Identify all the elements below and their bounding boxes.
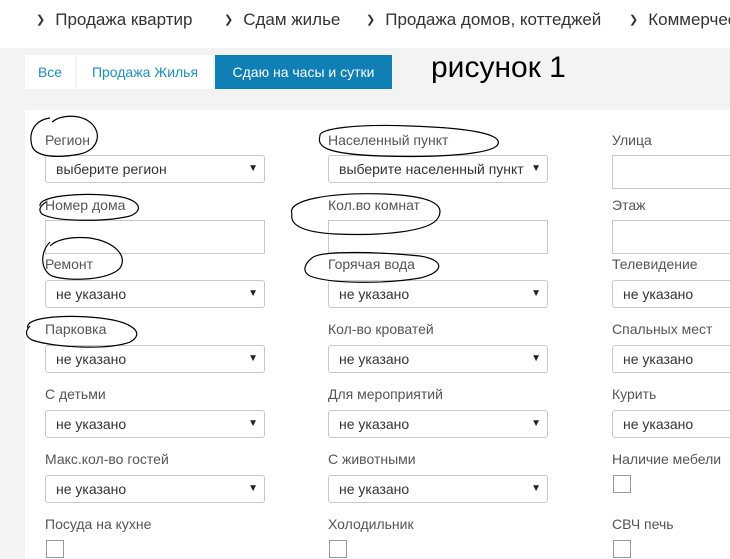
max-guests-select[interactable]: не указано ▼	[45, 475, 265, 503]
sleep-places-label: Спальных мест	[612, 321, 713, 337]
furniture-label: Наличие мебели	[612, 451, 722, 467]
dishes-checkbox[interactable]	[46, 540, 64, 558]
rooms-label: Кол.во комнат	[328, 197, 420, 213]
region-select-value: выберите регион	[56, 161, 167, 177]
fridge-checkbox[interactable]	[329, 540, 347, 558]
dishes-label: Посуда на кухне	[45, 516, 152, 532]
nav-item-label: Продажа домов, коттеджей	[385, 10, 602, 29]
beds-select[interactable]: не указано ▼	[328, 345, 548, 373]
chevron-down-icon: ❯	[629, 14, 639, 26]
repair-label: Ремонт	[45, 256, 94, 272]
handwritten-annotation-title: рисунок 1	[431, 51, 566, 84]
repair-select[interactable]: не указано ▼	[45, 280, 265, 308]
sleep-places-select-value: не указано	[623, 351, 694, 367]
fridge-label: Холодильник	[328, 516, 414, 532]
events-select-value: не указано	[339, 416, 410, 432]
house-number-label: Номер дома	[45, 197, 126, 213]
locality-label: Населенный пункт	[328, 132, 449, 148]
microwave-checkbox[interactable]	[613, 540, 631, 558]
events-label: Для мероприятий	[328, 386, 443, 402]
nav-item-sale-houses[interactable]: ❯ Продажа домов, коттеджей	[366, 10, 601, 30]
nav-item-commercial[interactable]: ❯ Коммерческая	[629, 10, 730, 30]
parking-select-value: не указано	[56, 351, 127, 367]
hot-water-select[interactable]: не указано ▼	[328, 280, 548, 308]
max-guests-select-value: не указано	[56, 481, 127, 497]
beds-select-value: не указано	[339, 351, 410, 367]
street-label: Улица	[612, 132, 652, 148]
locality-select[interactable]: выберите населенный пункт ▼	[328, 155, 548, 183]
region-select[interactable]: выберите регион ▼	[45, 155, 265, 183]
nav-item-label: Сдам жилье	[243, 10, 341, 29]
dropdown-arrow-icon: ▼	[248, 418, 258, 429]
sleep-places-select[interactable]: не указано	[612, 345, 730, 373]
parking-label: Парковка	[45, 321, 107, 337]
dropdown-arrow-icon: ▼	[528, 156, 541, 182]
tab-sale-housing[interactable]: Продажа Жилья	[77, 55, 213, 89]
house-number-input[interactable]	[45, 220, 265, 254]
region-label: Регион	[45, 132, 90, 148]
children-label: С детьми	[45, 386, 106, 402]
chevron-down-icon: ❯	[36, 14, 46, 26]
children-select[interactable]: не указано ▼	[45, 410, 265, 438]
panel-top-gap	[0, 93, 730, 110]
parking-select[interactable]: не указано ▼	[45, 345, 265, 373]
dropdown-arrow-icon: ▼	[248, 483, 258, 494]
pets-select-value: не указано	[339, 481, 410, 497]
floor-label: Этаж	[612, 197, 646, 213]
hot-water-label: Горячая вода	[328, 256, 415, 272]
tab-all[interactable]: Все	[25, 55, 75, 89]
dropdown-arrow-icon: ▼	[531, 483, 541, 494]
pets-label: С животными	[328, 451, 416, 467]
tv-select-value: не указано	[623, 286, 694, 302]
hot-water-select-value: не указано	[339, 286, 410, 302]
microwave-label: СВЧ печь	[612, 516, 674, 532]
smoking-select[interactable]: не указано	[612, 410, 730, 438]
nav-item-sale-apartments[interactable]: ❯ Продажа квартир	[36, 10, 192, 30]
tab-hourly-daily-rent[interactable]: Сдаю на часы и сутки	[215, 55, 392, 89]
pets-select[interactable]: не указано ▼	[328, 475, 548, 503]
tv-label: Телевидение	[612, 256, 698, 272]
dropdown-arrow-icon: ▼	[248, 353, 258, 364]
children-select-value: не указано	[56, 416, 127, 432]
smoking-label: Курить	[612, 386, 657, 402]
furniture-checkbox[interactable]	[613, 475, 631, 493]
events-select[interactable]: не указано ▼	[328, 410, 548, 438]
beds-label: Кол-во кроватей	[328, 321, 434, 337]
tv-select[interactable]: не указано	[612, 280, 730, 308]
dropdown-arrow-icon: ▼	[531, 418, 541, 429]
dropdown-arrow-icon: ▼	[248, 288, 258, 299]
dropdown-arrow-icon: ▼	[531, 288, 541, 299]
dropdown-arrow-icon: ▼	[531, 353, 541, 364]
nav-item-label: Продажа квартир	[55, 10, 193, 29]
floor-input[interactable]	[612, 220, 730, 254]
rooms-input[interactable]	[328, 220, 548, 254]
max-guests-label: Макс.кол-во гостей	[45, 451, 169, 467]
nav-item-rent-housing[interactable]: ❯ Сдам жилье	[224, 10, 340, 30]
top-navigation: ❯ Продажа квартир ❯ Сдам жилье ❯ Продажа до…	[0, 0, 730, 49]
street-input[interactable]	[612, 155, 730, 189]
locality-select-value: выберите населенный пункт	[339, 161, 524, 177]
chevron-down-icon: ❯	[224, 14, 234, 26]
smoking-select-value: не указано	[623, 416, 694, 432]
dropdown-arrow-icon: ▼	[248, 163, 258, 174]
panel-left-gutter	[0, 93, 25, 559]
chevron-down-icon: ❯	[366, 14, 376, 26]
repair-select-value: не указано	[56, 286, 127, 302]
nav-item-label: Коммерческая	[648, 10, 730, 29]
